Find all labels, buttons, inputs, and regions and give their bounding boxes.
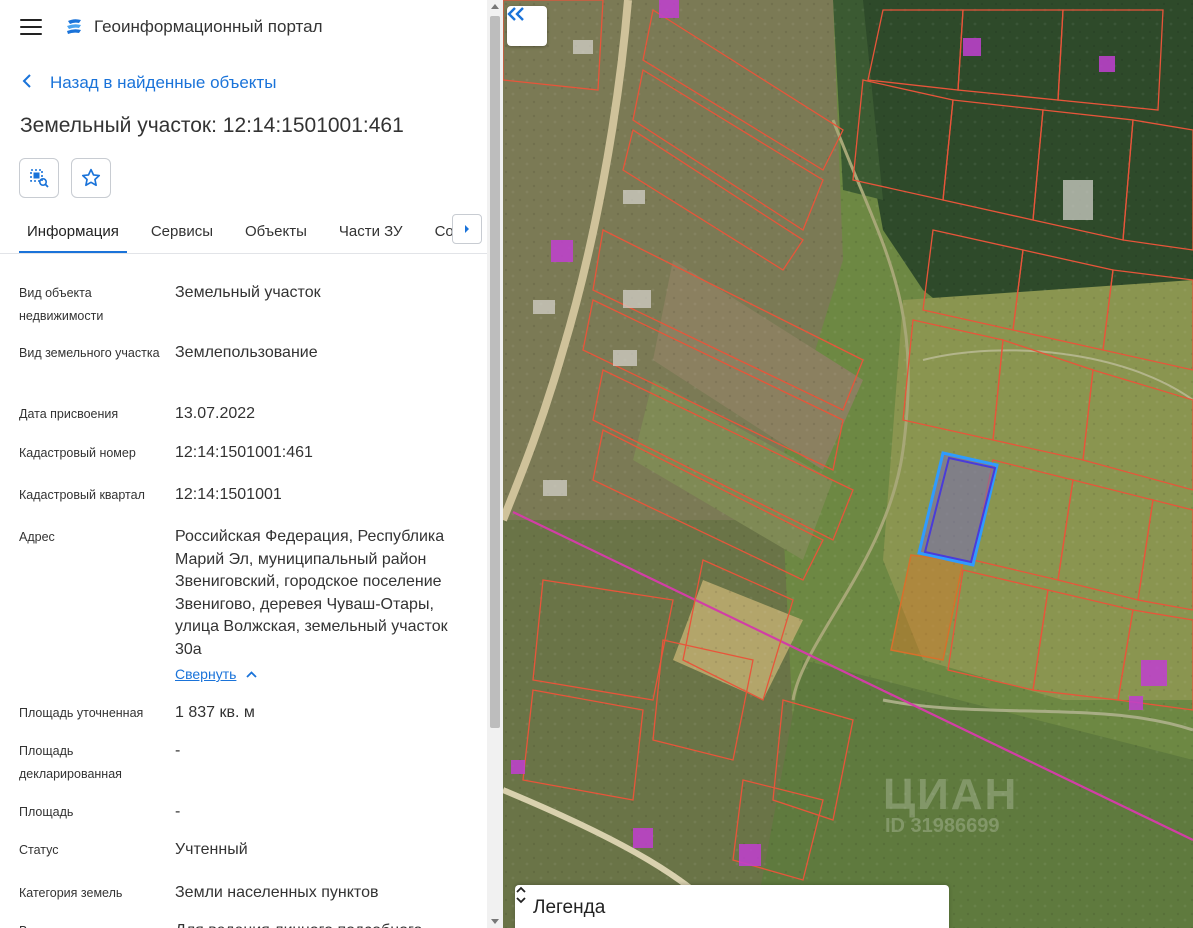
legend-panel[interactable]: Легенда — [515, 885, 949, 928]
address-text: Российская Федерация, Республика Марий Э… — [175, 528, 448, 658]
prop-value: Землепользование — [175, 344, 318, 361]
prop-value: Для ведения личного подсобного — [175, 920, 475, 928]
top-bar: Геоинформационный портал — [0, 0, 487, 54]
prop-permitted-use: Вид разрешенного Для ведения личного под… — [19, 920, 487, 928]
prop-label: Площадь уточненная — [19, 706, 144, 720]
back-link-label: Назад в найденные объекты — [50, 73, 277, 92]
collapse-panel-button[interactable] — [507, 6, 547, 46]
tab-parts[interactable]: Части ЗУ — [331, 214, 411, 253]
prop-value: Земли населенных пунктов — [175, 884, 379, 901]
prop-label: Дата присвоения — [19, 407, 119, 421]
favorite-button[interactable] — [71, 158, 111, 198]
prop-label: Кадастровый номер — [19, 446, 136, 460]
app-title: Геоинформационный портал — [94, 17, 323, 36]
double-chevron-left-icon — [507, 7, 524, 21]
prop-value: - — [175, 803, 181, 820]
prop-object-type: Вид объекта недвижимости Земельный участ… — [19, 282, 487, 342]
prop-value: Российская Федерация, Республика Марий Э… — [175, 526, 475, 702]
chevron-right-icon — [465, 225, 469, 233]
page-title: Земельный участок: 12:14:1501001:461 — [20, 114, 404, 137]
chevron-up-icon — [246, 670, 258, 678]
star-icon — [81, 168, 101, 187]
legend-title: Легенда — [533, 897, 606, 918]
prop-label: Кадастровый квартал — [19, 488, 145, 502]
collapse-label: Свернуть — [175, 666, 237, 682]
prop-label: Вид разрешенного — [19, 920, 175, 928]
toolbar — [0, 158, 487, 198]
prop-address: Адрес Российская Федерация, Республика М… — [19, 526, 487, 702]
prop-value: 12:14:1501001 — [175, 486, 282, 503]
portal-logo-icon — [67, 19, 81, 34]
prop-label: Адрес — [19, 530, 55, 544]
scroll-down-icon[interactable] — [491, 919, 499, 924]
back-link[interactable]: Назад в найденные объекты — [0, 71, 487, 95]
prop-land-category: Категория земель Земли населенных пункто… — [19, 882, 487, 920]
property-list: Вид объекта недвижимости Земельный участ… — [0, 254, 487, 928]
tab-scroll-right-button[interactable] — [452, 214, 482, 244]
tab-objects[interactable]: Объекты — [237, 214, 315, 253]
hamburger-icon[interactable] — [20, 19, 42, 35]
satellite-imagery — [503, 0, 1193, 928]
prop-label: Площадь — [19, 805, 74, 819]
prop-label: Площадь декларированная — [19, 744, 122, 781]
info-panel: Геоинформационный портал Назад в найденн… — [0, 0, 487, 928]
prop-label: Категория земель — [19, 886, 123, 900]
prop-label: Вид объекта недвижимости — [19, 286, 104, 323]
prop-label: Статус — [19, 843, 59, 857]
prop-area-declared: Площадь декларированная - — [19, 740, 487, 801]
map-view[interactable]: ЦИАН ID 31986699 Легенда — [503, 0, 1193, 928]
map-watermark-id: ID 31986699 — [885, 815, 1000, 837]
select-area-button[interactable] — [19, 158, 59, 198]
tab-services[interactable]: Сервисы — [143, 214, 221, 253]
prop-value: 1 837 кв. м — [175, 704, 255, 721]
collapse-link[interactable]: Свернуть — [175, 663, 258, 686]
prop-area-precise: Площадь уточненная 1 837 кв. м — [19, 702, 487, 740]
prop-value: - — [175, 742, 181, 759]
tab-info[interactable]: Информация — [19, 214, 127, 253]
prop-label: Вид земельного участка — [19, 346, 160, 360]
prop-value: 12:14:1501001:461 — [175, 444, 313, 461]
prop-cad-quarter: Кадастровый квартал 12:14:1501001 — [19, 484, 487, 526]
map-watermark: ЦИАН — [883, 770, 1019, 819]
prop-land-type: Вид земельного участка Землепользование — [19, 342, 487, 403]
panel-scrollbar[interactable] — [487, 0, 503, 928]
prop-value: 13.07.2022 — [175, 405, 256, 422]
prop-value: Земельный участок — [175, 284, 321, 301]
select-area-icon — [30, 169, 49, 188]
prop-status: Статус Учтенный — [19, 839, 487, 882]
scrollbar-thumb[interactable] — [490, 16, 500, 728]
prop-assign-date: Дата присвоения 13.07.2022 — [19, 403, 487, 442]
prop-cad-number: Кадастровый номер 12:14:1501001:461 — [19, 442, 487, 484]
tab-bar: Информация Сервисы Объекты Части ЗУ Сост… — [0, 214, 487, 254]
prop-value: Учтенный — [175, 841, 248, 858]
prop-area: Площадь - — [19, 801, 487, 839]
scroll-up-icon[interactable] — [491, 4, 499, 9]
chevron-left-icon — [22, 73, 34, 93]
